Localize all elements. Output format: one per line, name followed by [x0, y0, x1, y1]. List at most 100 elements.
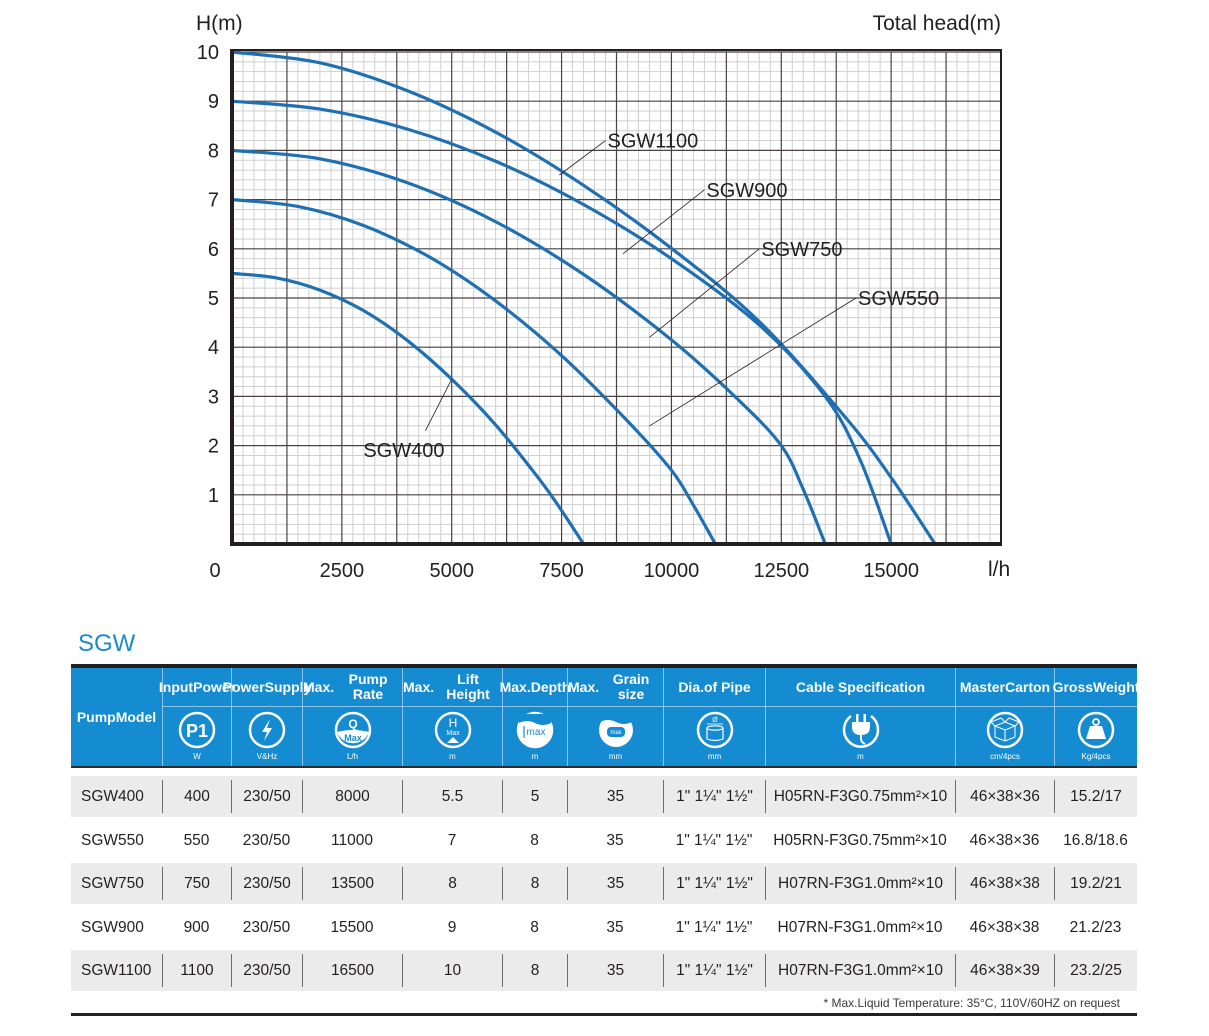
table-cell: SGW750 [81, 874, 144, 892]
table-cell: 1" 1¼" 1½" [675, 831, 753, 849]
table-cell: 230/50 [231, 954, 302, 987]
table-cell: 35 [606, 918, 624, 936]
table-cell: 230/50 [242, 918, 291, 936]
table-cell: SGW900 [81, 918, 144, 936]
header-divider [232, 706, 302, 707]
header-cell: Master Carton cm/4pcs [955, 668, 1054, 766]
table-header-rule [71, 766, 1137, 768]
svg-text:Max: Max [344, 733, 362, 743]
header-cell: Input Power P1 W [158, 668, 236, 766]
header-cell: Max. Grain size max mm [567, 668, 663, 766]
y-tick-label: 8 [208, 140, 219, 162]
header-unit: V&Hz [256, 752, 278, 761]
x-tick-labels: 0 2500 5000 7500 10000 12500 15000 [209, 560, 919, 582]
header-cell: Power Supply V&Hz [222, 668, 312, 766]
y-tick-label: 5 [208, 288, 219, 310]
table-header: Pump Model Input Power P1 W Power Supply V&Hz Max… [71, 668, 1140, 766]
y-tick-label: 2 [208, 436, 219, 458]
header-cell: Gross Weight Kg/4pcs [1052, 668, 1140, 766]
lift-height-icon: H Max [433, 710, 473, 750]
table-bottom-rule [71, 1013, 1137, 1016]
y-axis-label: H(m) [196, 12, 243, 35]
table-cell: 46×38×36 [969, 831, 1040, 849]
header-label: Input Power [158, 678, 236, 695]
header-label: Max. Grain size [568, 671, 650, 702]
y-tick-label: 1 [208, 485, 219, 507]
table-cell: 7 [447, 831, 457, 849]
table-cell: 35 [606, 831, 624, 849]
table-cell: 46×38×39 [955, 954, 1054, 987]
table-cell: 13500 [302, 867, 402, 900]
table-cell: 5.5 [402, 780, 502, 813]
weight-icon [1076, 710, 1116, 750]
table-row: SGW400 400 230/50 8000 5.5 5 35 1" 1¼" 1½" H05RN… [71, 776, 1137, 817]
header-divider [303, 706, 402, 707]
plug-icon [841, 710, 881, 750]
header-label: Cable Specification [795, 678, 926, 695]
x-tick-label: 0 [209, 560, 220, 582]
table-cell: 1" 1¼" 1½" [663, 780, 765, 813]
footnote: * Max.Liquid Temperature: 35°C, 110V/60H… [823, 996, 1120, 1010]
table-cell: 16.8/18.6 [1063, 831, 1128, 849]
table-cell: 230/50 [242, 831, 291, 849]
header-divider [1055, 706, 1137, 707]
header-divider [956, 706, 1054, 707]
table-row: SGW900 900 230/50 15500 9 8 35 1" 1¼" 1½" H07RN-… [71, 907, 1137, 948]
header-unit: mm [608, 752, 623, 761]
header-divider [503, 706, 567, 707]
table-cell: H07RN-F3G1.0mm²×10 [777, 918, 943, 936]
table-cell: 1" 1¼" 1½" [663, 954, 765, 987]
header-label: Gross Weight [1052, 678, 1140, 695]
header-label: Max. Depth [499, 678, 571, 695]
carton-box-icon [985, 710, 1025, 750]
y-axis-label-right: Total head(m) [873, 12, 1001, 35]
depth-icon: max [515, 710, 555, 750]
header-unit: W [193, 752, 201, 761]
lightning-icon [247, 710, 287, 750]
table-row: SGW750 750 230/50 13500 8 8 35 1" 1¼" 1½" H07RN-… [71, 863, 1137, 904]
series-label-sgw550: SGW550 [858, 288, 939, 310]
table-cell: 19.2/21 [1054, 867, 1137, 900]
table-cell: 46×38×38 [969, 918, 1040, 936]
header-unit: m [857, 752, 864, 761]
table-cell: 15.2/17 [1054, 780, 1137, 813]
table-cell: 35 [567, 954, 663, 987]
pipe-diameter-icon: Ø [695, 710, 735, 750]
y-tick-labels: 1 2 3 4 5 6 7 8 9 10 [197, 42, 219, 507]
table-cell: 9 [447, 918, 457, 936]
header-unit: cm/4pcs [990, 752, 1020, 761]
leader-lines [424, 140, 857, 432]
table-cell: 8 [530, 918, 539, 936]
table-cell: 35 [567, 867, 663, 900]
header-label: Max. Pump Rate [303, 671, 388, 702]
y-tick-label: 10 [197, 42, 219, 64]
table-cell: H07RN-F3G1.0mm²×10 [765, 954, 955, 987]
table-cell: SGW550 [81, 831, 144, 849]
header-cell: Max. Pump Rate Q Max L/h [302, 668, 402, 766]
header-divider [766, 706, 955, 707]
table-cell: 8 [530, 831, 539, 849]
y-tick-label: 9 [208, 91, 219, 113]
p1-power-icon: P1 [177, 710, 217, 750]
table-cell: 35 [567, 780, 663, 813]
table-cell: 10 [402, 954, 502, 987]
series-label-sgw1100: SGW1100 [608, 131, 699, 153]
table-cell: 46×38×36 [955, 780, 1054, 813]
header-label: Power Supply [222, 678, 312, 695]
table-cell: SGW1100 [81, 961, 152, 979]
table-cell: 900 [183, 918, 210, 936]
table-cell: 550 [183, 831, 210, 849]
x-tick-label: 15000 [863, 560, 919, 582]
header-unit: mm [707, 752, 722, 761]
table-cell: SGW400 [81, 787, 144, 805]
y-tick-label: 6 [208, 239, 219, 261]
svg-text:Q: Q [348, 717, 357, 731]
x-axis-label: l/h [988, 558, 1010, 581]
table-cell: 230/50 [231, 867, 302, 900]
header-label: Pump Model [76, 708, 157, 725]
table-cell: 1" 1¼" 1½" [663, 867, 765, 900]
table-cell: H05RN-F3G0.75mm²×10 [773, 831, 947, 849]
table-cell: 8 [502, 867, 567, 900]
y-tick-label: 3 [208, 386, 219, 408]
x-tick-label: 12500 [753, 560, 809, 582]
